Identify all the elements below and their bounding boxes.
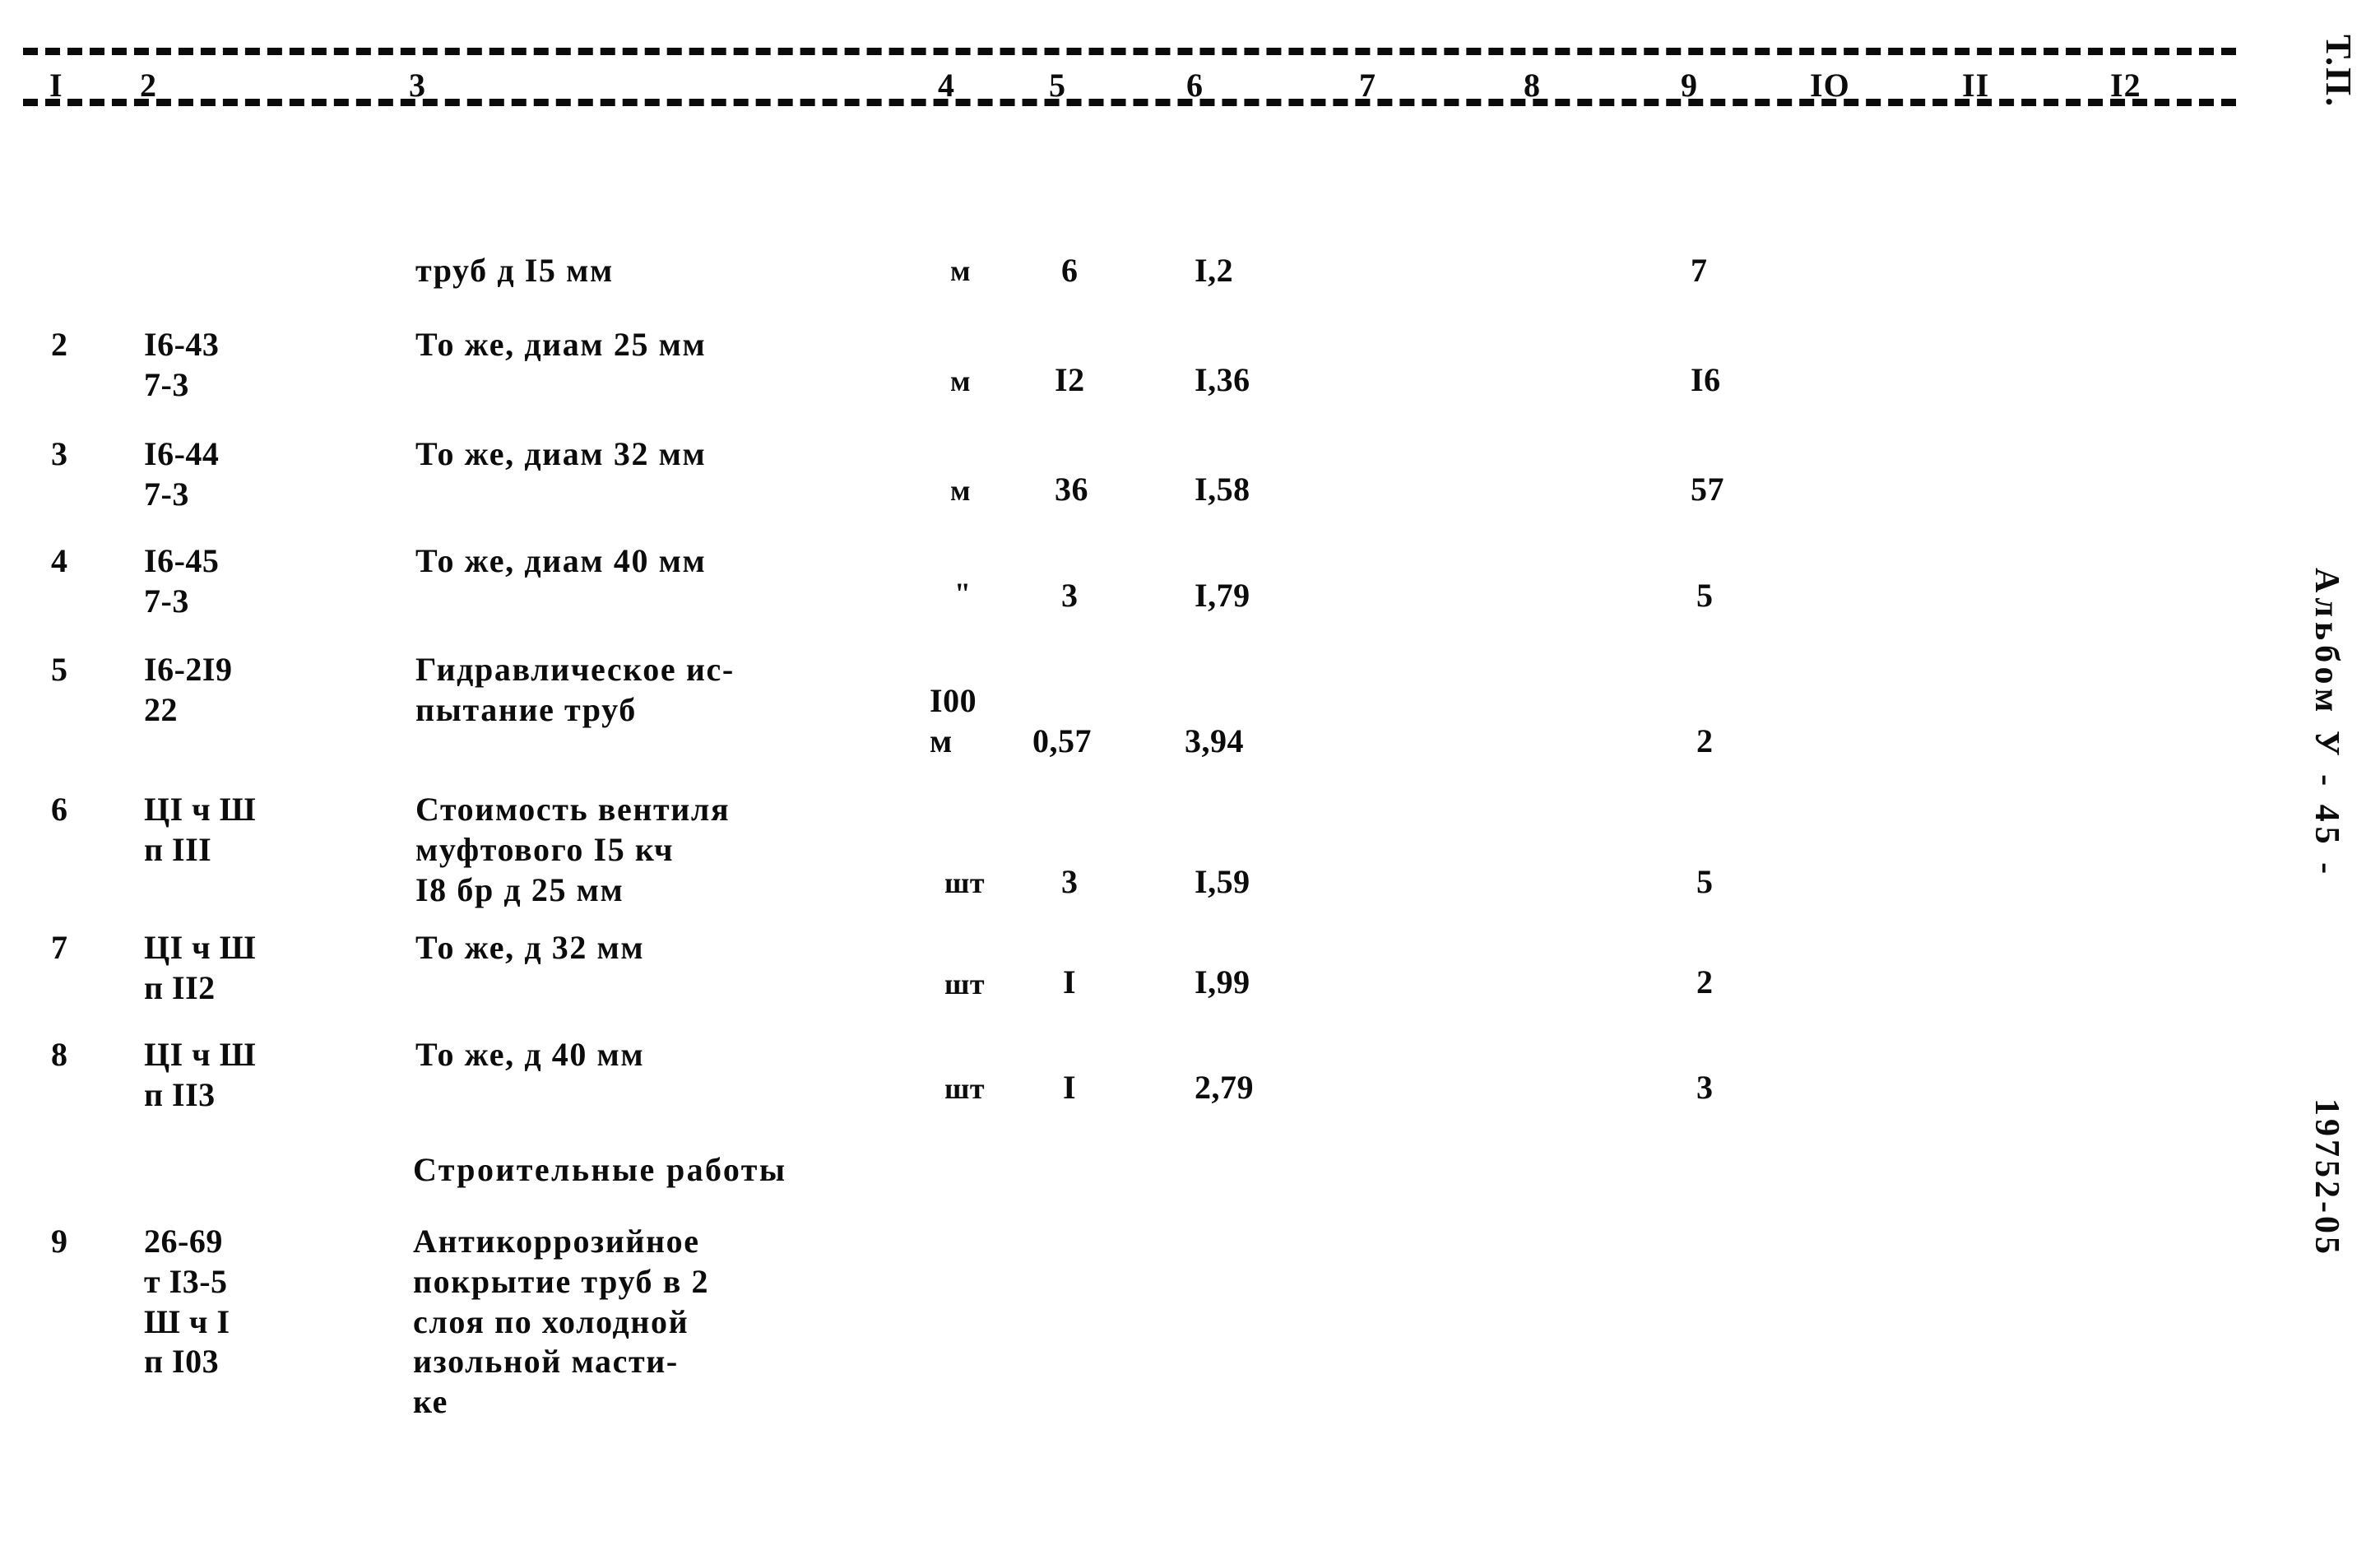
table-row: I,2 [1195, 252, 1234, 289]
column-header-1: I [49, 67, 63, 104]
table-row: 3 [1061, 577, 1079, 614]
table-row: То же, д 32 мм [415, 929, 645, 966]
table-row: 2 [1696, 722, 1714, 759]
table-row: 6 [51, 791, 68, 828]
table-row: 36 [1055, 471, 1088, 508]
table-row: 6 [1061, 252, 1079, 289]
table-row: 57 [1691, 471, 1724, 508]
table-row: 2 [51, 326, 68, 363]
table-top-dashed-rule [23, 48, 2236, 55]
table-row: 5 [51, 651, 68, 688]
table-row: I2 [1055, 361, 1085, 398]
column-header-11: II [1962, 67, 1990, 104]
scanned-document-page: I 2 3 4 5 6 7 8 9 IO II I2 труб д I5 мм … [0, 0, 2380, 1555]
table-row: То же, диам 32 мм [415, 435, 707, 472]
table-row: 3,94 [1185, 722, 1244, 759]
table-row: 3 [1696, 1069, 1714, 1106]
column-header-5: 5 [1049, 67, 1066, 104]
column-header-6: 6 [1186, 67, 1204, 104]
table-header-dashed-rule [23, 99, 2236, 106]
table-row: I6 [1691, 361, 1721, 398]
table-row: шт [944, 866, 986, 899]
table-row: I [1063, 1069, 1077, 1106]
table-row: I,58 [1195, 471, 1250, 508]
table-row: I6-44 7-3 [144, 435, 220, 513]
table-row: 8 [51, 1036, 68, 1073]
table-row: м [950, 474, 972, 507]
column-header-2: 2 [140, 67, 157, 104]
section-title-construction-works: Строительные работы [413, 1151, 787, 1188]
table-row: I,59 [1195, 863, 1250, 900]
column-header-10: IO [1810, 67, 1850, 104]
table-row: 7 [1691, 252, 1708, 289]
table-row: м [950, 364, 972, 397]
side-mark-tp: Т.П. [2318, 35, 2359, 109]
table-row: То же, диам 25 мм [415, 326, 707, 363]
table-row: I00 м [930, 682, 977, 759]
table-row: 0,57 [1032, 722, 1092, 759]
table-row: ЦI ч Ш п III [144, 791, 257, 868]
side-mark-document-id: 19752-05 [2308, 1098, 2345, 1257]
table-row: ЦI ч Ш п II3 [144, 1036, 257, 1113]
table-row: I,79 [1195, 577, 1250, 614]
column-header-8: 8 [1524, 67, 1541, 104]
table-row: I6-43 7-3 [144, 326, 220, 403]
table-row: 2,79 [1195, 1069, 1254, 1106]
table-row: То же, диам 40 мм [415, 542, 707, 579]
table-row: 3 [51, 435, 68, 472]
table-row: I,36 [1195, 361, 1250, 398]
table-row: 5 [1696, 577, 1714, 614]
table-row: I6-2I9 22 [144, 651, 233, 728]
table-row: шт [944, 1072, 986, 1105]
column-header-12: I2 [2110, 67, 2141, 104]
column-header-9: 9 [1681, 67, 1698, 104]
table-row: То же, д 40 мм [415, 1036, 645, 1073]
table-row: ЦI ч Ш п II2 [144, 929, 257, 1006]
column-header-4: 4 [938, 67, 955, 104]
table-row: Стоимость вентиля муфтового I5 кч I8 бр … [415, 791, 731, 908]
table-row: 26-69 т I3-5 Ш ч I п I03 [144, 1223, 230, 1381]
side-mark-album: Альбом У - 45 - [2308, 568, 2345, 880]
table-row: 3 [1061, 863, 1079, 900]
table-row: Гидравлическое ис- пытание труб [415, 651, 735, 728]
table-row: 4 [51, 542, 68, 579]
table-row: 7 [51, 929, 68, 966]
table-row: I,99 [1195, 963, 1250, 1000]
table-row: 5 [1696, 863, 1714, 900]
table-row: I [1063, 963, 1077, 1000]
column-header-7: 7 [1359, 67, 1376, 104]
table-row: " [954, 577, 972, 610]
column-header-3: 3 [409, 67, 426, 104]
table-row: 2 [1696, 963, 1714, 1000]
table-row: I6-45 7-3 [144, 542, 220, 620]
table-row: 9 [51, 1223, 68, 1260]
table-row: Антикоррозийное покрытие труб в 2 слоя п… [413, 1223, 710, 1421]
table-row: м [950, 254, 972, 287]
table-row: шт [944, 968, 986, 1000]
table-row: труб д I5 мм [415, 252, 614, 289]
